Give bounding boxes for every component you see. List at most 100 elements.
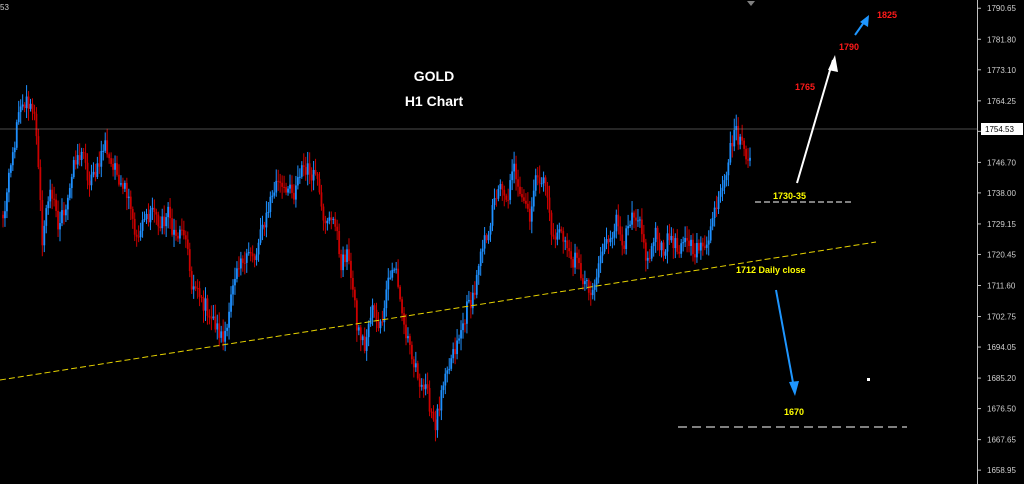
candle-body: [713, 207, 716, 219]
candle-body: [395, 268, 398, 270]
candle-body: [155, 211, 158, 215]
candle-body: [308, 163, 311, 175]
candle: [267, 201, 270, 218]
candle-body: [532, 190, 535, 207]
candle: [434, 410, 437, 442]
candle-body: [646, 257, 649, 261]
candle-body: [576, 252, 578, 258]
candle-body: [621, 234, 624, 246]
candle: [98, 151, 101, 174]
candle-body: [446, 370, 449, 374]
candle-body: [45, 208, 48, 226]
candle-body: [68, 188, 71, 198]
candle: [640, 208, 643, 243]
candle: [483, 227, 486, 255]
candle-body: [515, 163, 517, 180]
candle-body: [298, 176, 301, 178]
candle: [414, 351, 417, 372]
candle-body: [86, 162, 89, 181]
candle: [629, 220, 631, 228]
candle: [70, 173, 73, 199]
candle-body: [63, 210, 65, 216]
candle-body: [725, 175, 728, 181]
candle-body: [513, 163, 516, 172]
candle-body: [33, 111, 36, 114]
candle-body: [692, 239, 694, 255]
y-tick-label: 1781.80: [987, 35, 1016, 44]
candle-body: [123, 182, 126, 189]
candle: [383, 300, 386, 332]
candle-body: [47, 201, 50, 209]
candle-body: [143, 218, 146, 221]
chart-subtitle: H1 Chart: [405, 93, 464, 109]
candle-body: [572, 259, 574, 268]
y-tick-label: 1790.65: [987, 4, 1016, 13]
candle-body: [98, 163, 101, 167]
candle: [13, 141, 16, 159]
candle-body: [338, 231, 341, 255]
candle-body: [479, 251, 482, 267]
candle-body: [609, 238, 612, 243]
candle-body: [668, 233, 671, 241]
candle-body: [204, 298, 207, 311]
candle: [232, 279, 234, 306]
candle: [312, 161, 315, 191]
candle-body: [165, 217, 168, 227]
candle: [552, 223, 555, 240]
candle-body: [84, 153, 87, 163]
candle: [595, 268, 598, 292]
candle-body: [619, 226, 622, 235]
candle: [310, 167, 313, 192]
candle: [194, 281, 197, 292]
candle-body: [344, 254, 346, 263]
candle-body: [475, 274, 478, 295]
candle: [582, 274, 584, 290]
candle: [322, 203, 325, 231]
candle-body: [257, 242, 260, 255]
candle: [51, 183, 54, 210]
candle: [96, 156, 99, 180]
candle: [747, 148, 749, 168]
candle-body: [23, 104, 26, 109]
arrows: [775, 15, 869, 396]
candle: [108, 152, 111, 164]
candle: [560, 226, 563, 234]
candle: [631, 201, 633, 230]
candle: [733, 118, 736, 152]
candle: [214, 304, 217, 333]
candle-body: [300, 165, 303, 177]
price-axis-labels: 1790.651781.801773.101764.251755.551746.…: [977, 4, 1016, 475]
candle: [703, 235, 706, 251]
candle: [401, 296, 403, 322]
candle: [664, 249, 667, 259]
candle: [104, 132, 107, 154]
candle-body: [473, 292, 476, 295]
candle-body: [670, 235, 673, 241]
candle: [350, 252, 352, 290]
candle: [133, 212, 136, 242]
candle: [662, 239, 665, 262]
candle: [165, 213, 168, 238]
candle: [53, 186, 56, 207]
candle-body: [65, 209, 67, 216]
candle-body: [381, 321, 384, 323]
candle: [247, 242, 250, 256]
candle-body: [690, 239, 692, 247]
candle-body: [318, 178, 321, 193]
candle-body: [295, 185, 297, 200]
candle-body: [112, 163, 114, 170]
candle: [471, 284, 474, 315]
candle-body: [544, 177, 547, 186]
candle-body: [460, 330, 462, 339]
candle: [90, 164, 93, 191]
candle: [668, 223, 671, 245]
candle-body: [330, 217, 333, 221]
candle: [701, 237, 704, 256]
corner-price-fragment: 53: [0, 3, 9, 12]
y-tick-label: 1773.10: [987, 66, 1016, 75]
candle: [208, 309, 211, 325]
candle-body: [82, 151, 85, 154]
candle: [422, 378, 425, 398]
candle-body: [90, 174, 93, 186]
candle: [409, 333, 411, 355]
